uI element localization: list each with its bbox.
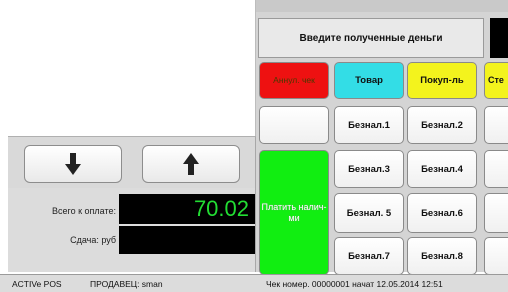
- cashless-2-button[interactable]: Безнал.2: [407, 106, 477, 144]
- app-name: ACTIVe POS: [12, 279, 62, 289]
- right-edge-button-5[interactable]: [484, 237, 508, 275]
- check-info: Чек номер. 00000001 начат 12.05.2014 12:…: [266, 279, 443, 289]
- status-bar: ACTIVe POS ПРОДАВЕЦ: sman Чек номер. 000…: [0, 274, 508, 292]
- annul-check-button[interactable]: Аннул. чек: [259, 62, 329, 99]
- change-label: Сдача: руб: [70, 235, 116, 245]
- totals-panel: Всего к оплате: 70.02 Сдача: руб: [8, 188, 256, 272]
- change-display: [119, 226, 255, 254]
- pay-cash-button[interactable]: Платить налич-ми: [259, 150, 329, 275]
- empty-button[interactable]: [259, 106, 329, 144]
- cashless-7-button[interactable]: Безнал.7: [334, 237, 404, 275]
- cashless-6-button[interactable]: Безнал.6: [407, 193, 477, 233]
- right-edge-button-3[interactable]: [484, 150, 508, 188]
- cashless-1-button[interactable]: Безнал.1: [334, 106, 404, 144]
- scroll-down-button[interactable]: [24, 145, 122, 183]
- total-due-display: 70.02: [119, 194, 255, 224]
- total-due-label: Всего к оплате:: [51, 206, 116, 216]
- amount-input-edge[interactable]: [490, 18, 508, 58]
- receipt-area: [8, 0, 256, 136]
- payment-panel: Введите полученные деньги Аннул. чек Тов…: [256, 0, 508, 275]
- goods-button[interactable]: Товар: [334, 62, 404, 99]
- cashless-8-button[interactable]: Безнал.8: [407, 237, 477, 275]
- cashless-4-button[interactable]: Безнал.4: [407, 150, 477, 188]
- arrow-up-icon: [183, 153, 199, 175]
- cashless-3-button[interactable]: Безнал.3: [334, 150, 404, 188]
- seller-info: ПРОДАВЕЦ: sman: [90, 279, 163, 289]
- payment-prompt: Введите полученные деньги: [258, 18, 484, 58]
- scroll-up-button[interactable]: [142, 145, 240, 183]
- cashless-5-button[interactable]: Безнал. 5: [334, 193, 404, 233]
- right-edge-button-2[interactable]: [484, 106, 508, 144]
- buyer-button[interactable]: Покуп-ль: [407, 62, 477, 99]
- top-strip: [256, 0, 508, 12]
- right-edge-button-4[interactable]: [484, 193, 508, 233]
- scroll-controls: [8, 136, 256, 188]
- arrow-down-icon: [65, 153, 81, 175]
- partial-button[interactable]: Сте: [484, 62, 508, 99]
